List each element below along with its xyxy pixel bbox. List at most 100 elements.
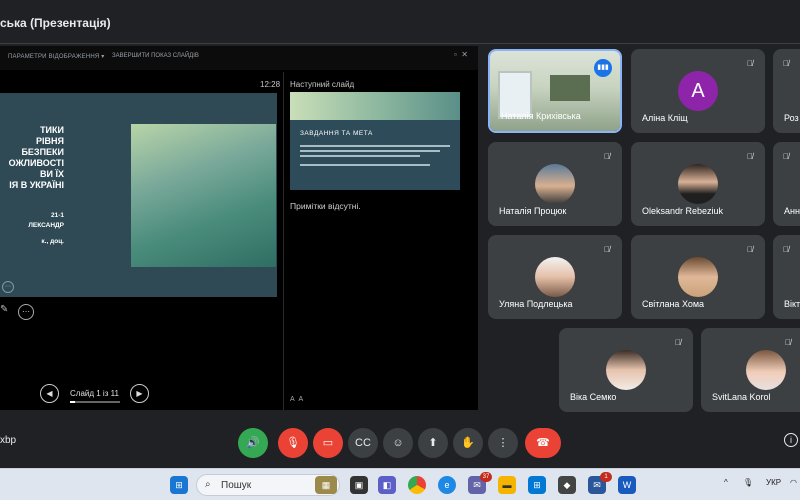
window-titlebar: ська (Презентація) (0, 0, 800, 44)
chat-badge: 37 (480, 472, 492, 482)
participant-name: Аліна Кліщ (642, 113, 688, 123)
participant-name: Світлана Хома (642, 299, 705, 309)
avatar (678, 257, 718, 297)
mail-badge: 1 (600, 472, 612, 482)
next-slide-title: ЗАВДАННЯ ТА МЕТА (300, 130, 373, 137)
participant-tile[interactable]: 🎙̸ Oleksandr Rebeziuk (631, 142, 765, 226)
avatar (535, 164, 575, 204)
emoji-icon[interactable]: ☺ (383, 428, 413, 458)
end-call-icon[interactable]: ☎ (525, 428, 561, 458)
slide-title: ТИКИ РІВНЯ БЕЗПЕКИ ОЖЛИВОСТІ ВИ ЇХ ІЯ В … (8, 125, 64, 190)
chevron-up-icon[interactable]: ^ (724, 478, 728, 487)
participant-tile[interactable]: 🎙̸ Анн (773, 142, 800, 226)
next-slide-button[interactable]: ▶ (130, 384, 149, 403)
end-slideshow-button[interactable]: ЗАВЕРШИТИ ПОКАЗ СЛАЙДІВ (112, 53, 199, 59)
next-slide-label: Наступний слайд (290, 80, 355, 89)
participant-name: SvitLana Korol (712, 392, 771, 402)
slide-author: 21-1 ЛЕКСАНДР к., доц. (28, 212, 64, 245)
camera-off-icon[interactable]: ▭ (313, 428, 343, 458)
next-slide-preview[interactable]: ЗАВДАННЯ ТА МЕТА (290, 92, 460, 190)
slide-progress (70, 401, 120, 403)
window-controls[interactable]: ▫ ✕ (454, 50, 468, 59)
captions-icon[interactable]: CC (348, 428, 378, 458)
mail-icon[interactable]: ✉ 1 (588, 472, 612, 494)
word-icon[interactable]: W (618, 476, 636, 494)
mic-off-icon: 🎙̸ (783, 59, 789, 68)
mic-off-icon: 🎙̸ (783, 152, 789, 161)
participant-tile[interactable]: 🎙̸ A Аліна Кліщ (631, 49, 765, 133)
mic-off-icon[interactable]: 🎙 (278, 428, 308, 458)
store-icon[interactable]: ⊞ (528, 476, 546, 494)
presenter-toolbar: ПАРАМЕТРИ ВІДОБРАЖЕННЯ ▾ ЗАВЕРШИТИ ПОКАЗ… (0, 46, 478, 70)
app-icon[interactable]: ◆ (558, 476, 576, 494)
edge-icon[interactable]: e (438, 476, 456, 494)
pen-icon[interactable]: ✎ (0, 304, 8, 315)
speaker-notes: Примітки відсутні. (290, 201, 361, 211)
speaking-indicator-icon: ▮▮▮ (594, 59, 612, 77)
slide-navigation: ◀ Слайд 1 із 11 ▶ (40, 384, 160, 404)
participant-tile[interactable]: 🎙̸ Уляна Подлецька (488, 235, 622, 319)
slide-counter: Слайд 1 із 11 (70, 389, 119, 398)
slide-options-icon[interactable]: ⋯ (2, 281, 14, 293)
slide-image (131, 124, 276, 267)
participant-name: Уляна Подлецька (499, 299, 573, 309)
previous-slide-button[interactable]: ◀ (40, 384, 59, 403)
avatar (678, 164, 718, 204)
participant-tile[interactable]: 🎙̸ Роз (773, 49, 800, 133)
presenter-clock: 12:28 (260, 80, 281, 89)
participant-tile[interactable]: 🎙̸ Вікт (773, 235, 800, 319)
participant-name: Наталія Криxівська (501, 111, 581, 121)
avatar (746, 350, 786, 390)
more-icon[interactable]: ⋮ (488, 428, 518, 458)
mic-off-icon: 🎙̸ (604, 152, 610, 161)
slide-tools: ✎ ⋯ (0, 304, 60, 320)
participant-tile[interactable]: 🎙̸ SvitLana Korol (701, 328, 800, 412)
participant-name: Анн (784, 206, 800, 216)
search-icon: ⌕ (205, 479, 211, 490)
meeting-controls: xbp 🔊 🎙 ▭ CC ☺ ⬆ ✋ ⋮ ☎ i (0, 414, 800, 468)
participant-name: Роз (784, 113, 799, 123)
pane-divider (283, 72, 284, 410)
avatar (535, 257, 575, 297)
participant-tile[interactable]: 🎙̸ Світлана Хома (631, 235, 765, 319)
raise-hand-icon[interactable]: ✋ (453, 428, 483, 458)
display-settings-button[interactable]: ПАРАМЕТРИ ВІДОБРАЖЕННЯ ▾ (8, 53, 105, 60)
meeting-code: xbp (0, 435, 17, 446)
participant-name: Вікт (784, 299, 800, 309)
avatar: A (678, 71, 718, 111)
start-icon[interactable]: ⊞ (170, 476, 188, 494)
mic-off-icon: 🎙̸ (783, 245, 789, 254)
present-icon[interactable]: ⬆ (418, 428, 448, 458)
avatar (606, 350, 646, 390)
current-slide[interactable]: ТИКИ РІВНЯ БЕЗПЕКИ ОЖЛИВОСТІ ВИ ЇХ ІЯ В … (0, 93, 277, 297)
participant-name: Віка Семко (570, 392, 617, 402)
search-placeholder: Пошук (221, 480, 252, 491)
more-options-icon[interactable]: ⋯ (18, 304, 34, 320)
widgets-icon[interactable]: ▦ (315, 476, 337, 494)
mic-off-icon: 🎙̸ (747, 245, 753, 254)
file-explorer-icon[interactable]: ▬ (498, 476, 516, 494)
participant-tile[interactable]: 🎙̸ Наталія Процюк (488, 142, 622, 226)
participant-name: Наталія Процюк (499, 206, 567, 216)
language-indicator[interactable]: УКР (766, 478, 781, 487)
window-title: ська (Презентація) (0, 16, 111, 30)
taskbar: ⊞ ⌕ Пошук ▦ ▣ ◧ e ✉ 37 ▬ ⊞ ◆ ✉ 1 W ^ 🎙 УКР… (0, 468, 800, 500)
mic-off-icon: 🎙̸ (604, 245, 610, 254)
chrome-icon[interactable] (408, 476, 426, 494)
participant-tile[interactable]: ▮▮▮ Наталія Криxівська (488, 49, 622, 133)
mic-off-icon: 🎙̸ (675, 338, 681, 347)
task-view-icon[interactable]: ▣ (350, 476, 368, 494)
participant-name: Oleksandr Rebeziuk (642, 206, 724, 216)
mic-off-icon: 🎙̸ (747, 59, 753, 68)
participant-tile[interactable]: 🎙̸ Віка Семко (559, 328, 693, 412)
mic-off-icon: 🎙̸ (785, 338, 791, 347)
teams-icon[interactable]: ◧ (378, 476, 396, 494)
chat-icon[interactable]: ✉ 37 (468, 472, 492, 494)
info-icon[interactable]: i (784, 433, 798, 447)
wifi-icon[interactable]: ◠ (790, 478, 797, 487)
presenter-view: ПАРАМЕТРИ ВІДОБРАЖЕННЯ ▾ ЗАВЕРШИТИ ПОКАЗ… (0, 46, 478, 410)
speaker-icon[interactable]: 🔊 (238, 428, 268, 458)
text-size-buttons[interactable]: A A (290, 396, 303, 403)
mic-off-icon: 🎙̸ (747, 152, 753, 161)
mic-icon[interactable]: 🎙 (743, 478, 753, 487)
